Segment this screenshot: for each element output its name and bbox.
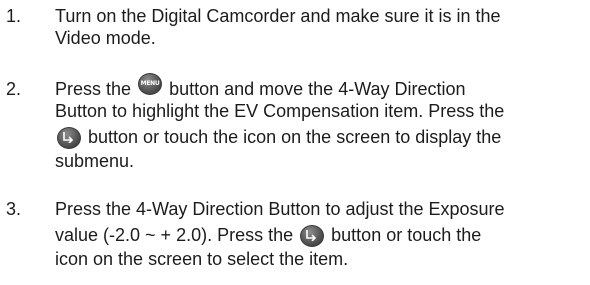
step-text: Press the MENU button and move the 4-Way…: [55, 73, 580, 173]
step-line-text: value (-2.0 ~ + 2.0). Press the: [55, 225, 294, 245]
step-line: Video mode.: [55, 28, 156, 48]
step-text: Turn on the Digital Camcorder and make s…: [55, 6, 580, 50]
ok-button-icon: [57, 127, 81, 150]
menu-button-icon: MENU: [138, 73, 163, 96]
step-line: Turn on the Digital Camcorder and make s…: [55, 6, 501, 26]
step-line-text: button or touch the icon on the screen t…: [88, 127, 502, 147]
step-number: 2.: [6, 79, 22, 99]
step-line-text: button and move the 4-Way Direction: [169, 79, 466, 99]
step-number: 3.: [6, 199, 22, 219]
step-line: value (-2.0 ~ + 2.0). Press the button o…: [55, 221, 580, 249]
step-line: Press the 4-Way Direction Button to adju…: [55, 199, 505, 219]
step-line: Button to highlight the EV Compensation …: [55, 101, 505, 121]
step-line-text: Press the: [55, 79, 132, 99]
step-number: 1.: [6, 6, 22, 26]
step-text: Press the 4-Way Direction Button to adju…: [55, 199, 580, 271]
step-line: button or touch the icon on the screen t…: [55, 123, 580, 151]
step-line: Press the MENU button and move the 4-Way…: [55, 73, 580, 101]
step-line: submenu.: [55, 151, 135, 171]
menu-button-label: MENU: [140, 80, 160, 88]
step-line-text: button or touch the: [331, 225, 482, 245]
ok-button-icon: [300, 225, 325, 248]
step-line: icon on the screen to select the item.: [55, 249, 349, 269]
